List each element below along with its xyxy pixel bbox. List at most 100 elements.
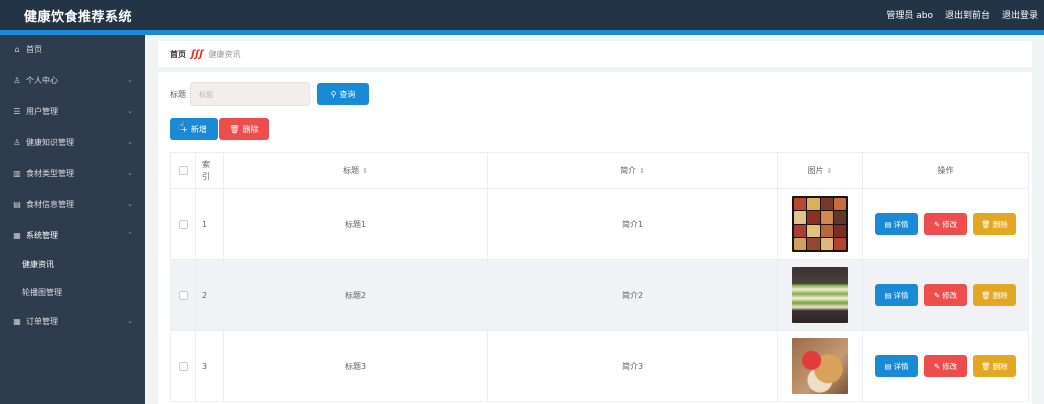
edit-button[interactable]: ✎ 修改 (924, 213, 967, 235)
edit-button[interactable]: ✎ 修改 (924, 355, 967, 377)
user-icon: ♙ (13, 75, 21, 85)
chevron-down-icon: ⌄ (127, 317, 133, 325)
sidebar-item-label: 健康知识管理 (26, 137, 74, 147)
sort-icon: ⇕ (826, 166, 833, 175)
sidebar-item-ingredient-type[interactable]: ▥ 食材类型管理 ⌄ (0, 160, 145, 186)
sidebar-item-personal-center[interactable]: ♙ 个人中心 ⌄ (0, 67, 145, 93)
batch-delete-button[interactable]: 🗑 删除 (219, 118, 269, 140)
trash-icon: 🗑 (981, 219, 991, 229)
delete-button-label: 删除 (242, 124, 259, 134)
header-ops: 操作 (863, 153, 1029, 188)
select-all-checkbox[interactable] (178, 166, 188, 175)
food-thumbnail (792, 196, 848, 252)
food-thumbnail (792, 267, 848, 323)
sidebar-item-label: 食材类型管理 (26, 168, 74, 178)
accent-strip (0, 30, 1044, 35)
detail-button[interactable]: ▤ 详情 (875, 213, 918, 235)
trash-icon: 🗑 (229, 124, 240, 134)
sidebar: ⌂ 首页 ♙ 个人中心 ⌄ ☰ 用户管理 ⌄ ♙ 健康知识管理 ⌄ ▥ 食材类型… (0, 35, 145, 404)
content-panel: 标题 标题 ⚲ 查询 + 新增 🗑 删除 索引 标题 ⇕ 简介 ⇕ 图片 ⇕ 操作 1… (158, 72, 1032, 404)
chevron-down-icon: ⌄ (127, 138, 133, 146)
detail-button[interactable]: ▤ 详情 (875, 355, 918, 377)
sidebar-item-system-management[interactable]: ▦ 系统管理 ⌃ (0, 222, 145, 248)
row-title: 标题2 (224, 260, 488, 330)
row-index: 2 (196, 260, 224, 330)
sidebar-item-health-knowledge[interactable]: ♙ 健康知识管理 ⌄ (0, 129, 145, 155)
trash-icon: 🗑 (981, 290, 991, 300)
search-icon: ⚲ (330, 89, 337, 99)
back-to-front-link[interactable]: 退出到前台 (945, 8, 990, 21)
pencil-icon: ✎ (933, 290, 941, 300)
breadcrumb-home[interactable]: 首页 (170, 49, 186, 60)
row-index: 1 (196, 189, 224, 259)
table-row: 2 标题2 简介2 ▤ 详情 ✎ 修改 🗑 删除 (170, 260, 1029, 331)
table-row: 1 标题1 简介1 ▤ 详情 ✎ 修改 🗑 删除 (170, 189, 1029, 260)
chevron-down-icon: ⌄ (127, 169, 133, 177)
sidebar-item-order-management[interactable]: ▦ 订单管理 ⌄ (0, 308, 145, 334)
grid-icon: ▦ (13, 230, 21, 240)
chevron-down-icon: ⌄ (127, 76, 133, 84)
sidebar-item-label: 用户管理 (26, 106, 58, 116)
row-intro: 简介3 (488, 331, 778, 401)
chevron-down-icon: ⌄ (127, 200, 133, 208)
document-icon: ▤ (13, 199, 21, 209)
sort-icon: ⇕ (639, 166, 645, 175)
hand-cursor-icon: ☝ (178, 119, 186, 133)
breadcrumb: 首页 ʃʃʃ 健康资讯 (158, 41, 1032, 67)
pencil-icon: ✎ (933, 361, 941, 371)
row-intro: 简介2 (488, 260, 778, 330)
home-icon: ⌂ (14, 44, 20, 54)
list-icon: ☰ (13, 106, 21, 116)
document-icon: ▤ (884, 361, 892, 371)
sidebar-item-label: 首页 (26, 44, 42, 54)
top-bar-actions: 管理员 abo 退出到前台 退出登录 (886, 8, 1038, 21)
row-index: 3 (196, 331, 224, 401)
row-intro: 简介1 (488, 189, 778, 259)
header-index: 索引 (202, 159, 210, 181)
query-button-label: 查询 (339, 89, 356, 99)
grid-icon: ▦ (13, 316, 21, 326)
delete-button[interactable]: 🗑 删除 (973, 355, 1016, 377)
app-title: 健康饮食推荐系统 (24, 10, 133, 25)
row-title: 标题3 (224, 331, 488, 401)
chevron-down-icon: ⌄ (127, 107, 133, 115)
delete-button[interactable]: 🗑 删除 (973, 213, 1016, 235)
pencil-icon: ✎ (933, 219, 941, 229)
sidebar-subitem-health-news[interactable]: 健康资讯 (0, 251, 145, 277)
top-bar: 健康饮食推荐系统 管理员 abo 退出到前台 退出登录 (0, 0, 1044, 30)
row-title: 标题1 (224, 189, 488, 259)
sidebar-subitem-carousel[interactable]: 轮播图管理 (0, 279, 145, 305)
add-button-label: 新增 (190, 124, 207, 134)
header-title[interactable]: 标题 ⇕ (224, 153, 488, 188)
user-icon: ♙ (13, 137, 21, 147)
row-checkbox[interactable] (178, 361, 188, 371)
sidebar-item-label: 个人中心 (26, 75, 58, 85)
sidebar-item-user-management[interactable]: ☰ 用户管理 ⌄ (0, 98, 145, 124)
sidebar-item-label: 轮播图管理 (22, 287, 62, 297)
breadcrumb-logo-icon: ʃʃʃ (191, 48, 204, 60)
delete-button[interactable]: 🗑 删除 (973, 284, 1016, 306)
table-row: 3 标题3 简介3 ▤ 详情 ✎ 修改 🗑 删除 (170, 331, 1029, 402)
search-label: 标题 (170, 90, 186, 99)
title-search-input[interactable]: 标题 (190, 82, 310, 106)
query-button[interactable]: ⚲ 查询 (317, 83, 369, 105)
chevron-up-icon: ⌃ (127, 231, 133, 239)
sidebar-item-ingredient-info[interactable]: ▤ 食材信息管理 ⌄ (0, 191, 145, 217)
detail-button[interactable]: ▤ 详情 (875, 284, 918, 306)
document-icon: ▤ (884, 290, 892, 300)
row-checkbox[interactable] (178, 290, 188, 300)
header-intro[interactable]: 简介 ⇕ (488, 153, 778, 188)
document-icon: ▤ (884, 219, 892, 229)
food-thumbnail (792, 338, 848, 394)
sort-icon: ⇕ (362, 166, 368, 175)
row-checkbox[interactable] (178, 219, 188, 229)
sidebar-item-home[interactable]: ⌂ 首页 (0, 36, 145, 62)
edit-button[interactable]: ✎ 修改 (924, 284, 967, 306)
sidebar-item-label: 健康资讯 (22, 259, 54, 269)
bar-chart-icon: ▥ (13, 168, 21, 178)
header-image[interactable]: 图片 ⇕ (778, 153, 863, 188)
sidebar-item-label: 订单管理 (26, 316, 58, 326)
logout-link[interactable]: 退出登录 (1002, 8, 1038, 21)
sidebar-item-label: 食材信息管理 (26, 199, 74, 209)
breadcrumb-current: 健康资讯 (208, 49, 241, 59)
